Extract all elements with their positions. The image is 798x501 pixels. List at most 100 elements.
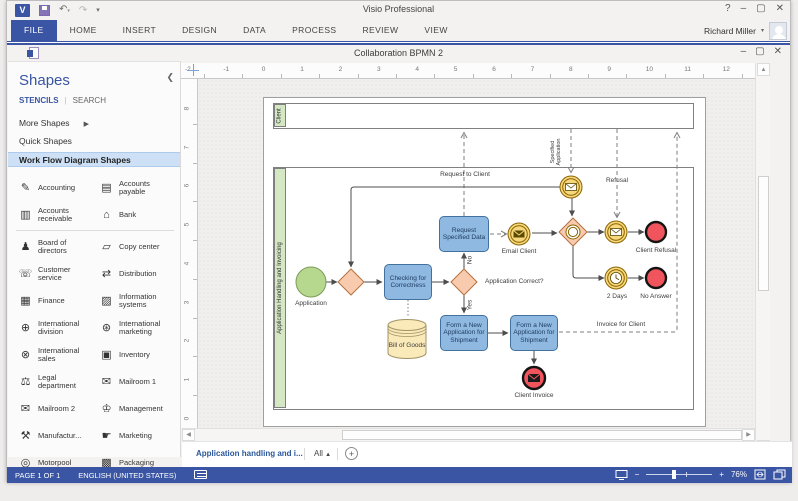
pool-label-client[interactable]: Client	[274, 104, 286, 127]
stencil-item-management[interactable]: ♔ Management	[95, 395, 176, 422]
stencil-item-label: Mailroom 1	[119, 376, 157, 386]
stencil-item-inventory[interactable]: ▣ Inventory	[95, 341, 176, 368]
pool-label-application-handling[interactable]: Application Handling and Invoicing	[274, 168, 286, 408]
event-receive-specified[interactable]	[559, 175, 583, 199]
stencil-item-label: Copy center	[119, 241, 160, 251]
tab-search[interactable]: SEARCH	[73, 96, 106, 105]
more-shapes-button[interactable]: More Shapes ▶	[19, 118, 89, 128]
vertical-scroll-thumb[interactable]	[758, 176, 769, 291]
ribbon-tab-data[interactable]: DATA	[230, 20, 279, 41]
stencil-item-customer-service[interactable]: ☏ Customer service	[14, 260, 95, 287]
event-receive-refusal[interactable]	[604, 220, 628, 244]
stencil-item-finance[interactable]: ▦ Finance	[14, 287, 95, 314]
stencil-item-label: Finance	[38, 295, 65, 305]
stencil-item-legal-department[interactable]: ⚖ Legal department	[14, 368, 95, 395]
pool-application-handling[interactable]	[273, 167, 694, 410]
ribbon-tab-process[interactable]: PROCESS	[279, 20, 349, 41]
stencil-item-label: Marketing	[119, 430, 152, 440]
datastore-bill-of-goods[interactable]	[387, 319, 427, 359]
active-stencil-tab[interactable]: Work Flow Diagram Shapes	[8, 152, 180, 167]
event-timer-2days[interactable]	[604, 266, 628, 290]
end-event-client-invoice[interactable]	[521, 365, 547, 391]
label-refusal: Refusal	[605, 177, 629, 184]
ribbon-tab-view[interactable]: VIEW	[411, 20, 460, 41]
zoom-slider-thumb[interactable]	[672, 470, 677, 479]
account-caret-icon[interactable]: ▾	[761, 27, 764, 34]
quick-shapes-divider	[16, 230, 174, 231]
zoom-level[interactable]: 76%	[731, 470, 747, 479]
stencil-item-mailroom-1[interactable]: ✉ Mailroom 1	[95, 368, 176, 395]
fit-page-icon[interactable]	[754, 469, 766, 480]
account-area[interactable]: Richard Miller ▾	[704, 20, 787, 41]
start-event-application[interactable]	[295, 266, 327, 298]
ribbon-tab-review[interactable]: REVIEW	[349, 20, 411, 41]
v-ruler-number: 6	[183, 184, 191, 188]
page-indicator[interactable]: PAGE 1 OF 1	[15, 471, 60, 480]
distribution-icon: ⇄	[101, 268, 112, 280]
end-event-client-refusal[interactable]	[644, 220, 668, 244]
collapse-panel-icon[interactable]: ❮	[166, 72, 174, 83]
horizontal-scrollbar[interactable]: ◀ ▶	[182, 428, 755, 441]
minimize-button[interactable]: –	[741, 3, 747, 14]
stencil-item-label: Information systems	[119, 291, 157, 309]
stencil-item-accounting[interactable]: ✎ Accounting	[14, 174, 95, 201]
page-tab-application-handling[interactable]: Application handling and i...	[196, 449, 303, 458]
stencil-item-distribution[interactable]: ⇄ Distribution	[95, 260, 176, 287]
add-page-button[interactable]: +	[345, 447, 358, 460]
doc-maximize-button[interactable]: ▢	[755, 46, 764, 57]
quick-shapes-button[interactable]: Quick Shapes	[19, 136, 72, 146]
stencil-item-international-sales[interactable]: ⊗ International sales	[14, 341, 95, 368]
stencil-item-bank[interactable]: ⌂ Bank	[95, 201, 176, 228]
drawing-canvas[interactable]: Client Application Handling and Invoicin…	[198, 79, 755, 428]
scroll-right-icon[interactable]: ▶	[742, 429, 755, 441]
help-button[interactable]: ?	[725, 3, 731, 14]
close-button[interactable]: ✕	[776, 3, 784, 14]
avatar[interactable]	[769, 21, 787, 40]
stencil-item-marketing[interactable]: ☛ Marketing	[95, 422, 176, 449]
doc-close-button[interactable]: ✕	[774, 46, 782, 57]
stencil-item-international-marketing[interactable]: ⊛ International marketing	[95, 314, 176, 341]
stencil-item-copy-center[interactable]: ▱ Copy center	[95, 233, 176, 260]
switch-windows-icon[interactable]	[773, 469, 786, 480]
mailroom-2-icon: ✉	[20, 403, 31, 415]
stencil-item-board-of-directors[interactable]: ♟ Board of directors	[14, 233, 95, 260]
stencil-item-information-systems[interactable]: ▨ Information systems	[95, 287, 176, 314]
h-ruler-number: 1	[300, 66, 304, 73]
language-icon[interactable]	[194, 470, 208, 479]
stencil-item-manufactur[interactable]: ⚒ Manufactur...	[14, 422, 95, 449]
stencil-item-mailroom-2[interactable]: ✉ Mailroom 2	[14, 395, 95, 422]
stencil-item-accounts-payable[interactable]: ▤ Accounts payable	[95, 174, 176, 201]
all-pages-button[interactable]: All ▲	[314, 449, 331, 458]
doc-minimize-button[interactable]: –	[741, 46, 747, 57]
v-ruler-number: 3	[183, 300, 191, 304]
end-event-no-answer[interactable]	[644, 266, 668, 290]
bank-icon: ⌂	[103, 208, 110, 221]
vertical-scrollbar[interactable]: ▲ ▼	[755, 63, 770, 453]
language-indicator[interactable]: ENGLISH (UNITED STATES)	[78, 471, 176, 480]
horizontal-scroll-thumb[interactable]	[342, 430, 742, 440]
presentation-mode-icon[interactable]	[615, 469, 628, 480]
zoom-slider[interactable]	[646, 470, 713, 479]
ribbon-tab-home[interactable]: HOME	[57, 20, 110, 41]
task-request-specified-data[interactable]: Request Specified Data	[439, 216, 489, 252]
user-name[interactable]: Richard Miller	[704, 26, 756, 36]
task-form-new-application-1[interactable]: Form a New Application for Shipment	[440, 315, 488, 351]
ribbon-tab-file[interactable]: FILE	[11, 20, 57, 41]
event-email-client[interactable]	[507, 222, 531, 246]
zoom-out-button[interactable]: −	[635, 470, 640, 479]
zoom-in-button[interactable]: +	[719, 470, 724, 479]
task-form-new-application-2[interactable]: Form a New Application for Shipment	[510, 315, 558, 351]
scroll-up-icon[interactable]: ▲	[757, 63, 770, 76]
scroll-left-icon[interactable]: ◀	[182, 429, 195, 441]
maximize-button[interactable]: ▢	[756, 3, 765, 14]
tab-stencils[interactable]: STENCILS	[19, 96, 59, 105]
stencil-item-international-division[interactable]: ⊕ International division	[14, 314, 95, 341]
international-marketing-icon: ⊛	[101, 322, 112, 334]
ribbon-tab-insert[interactable]: INSERT	[110, 20, 169, 41]
h-ruler-number: 3	[377, 66, 381, 73]
stencil-item-accounts-receivable[interactable]: ▥ Accounts receivable	[14, 201, 95, 228]
stencil-item-label: International sales	[38, 345, 80, 363]
task-checking-for-correctness[interactable]: Checking for Correctness	[384, 264, 432, 300]
pool-client[interactable]	[273, 103, 694, 129]
ribbon-tab-design[interactable]: DESIGN	[169, 20, 230, 41]
